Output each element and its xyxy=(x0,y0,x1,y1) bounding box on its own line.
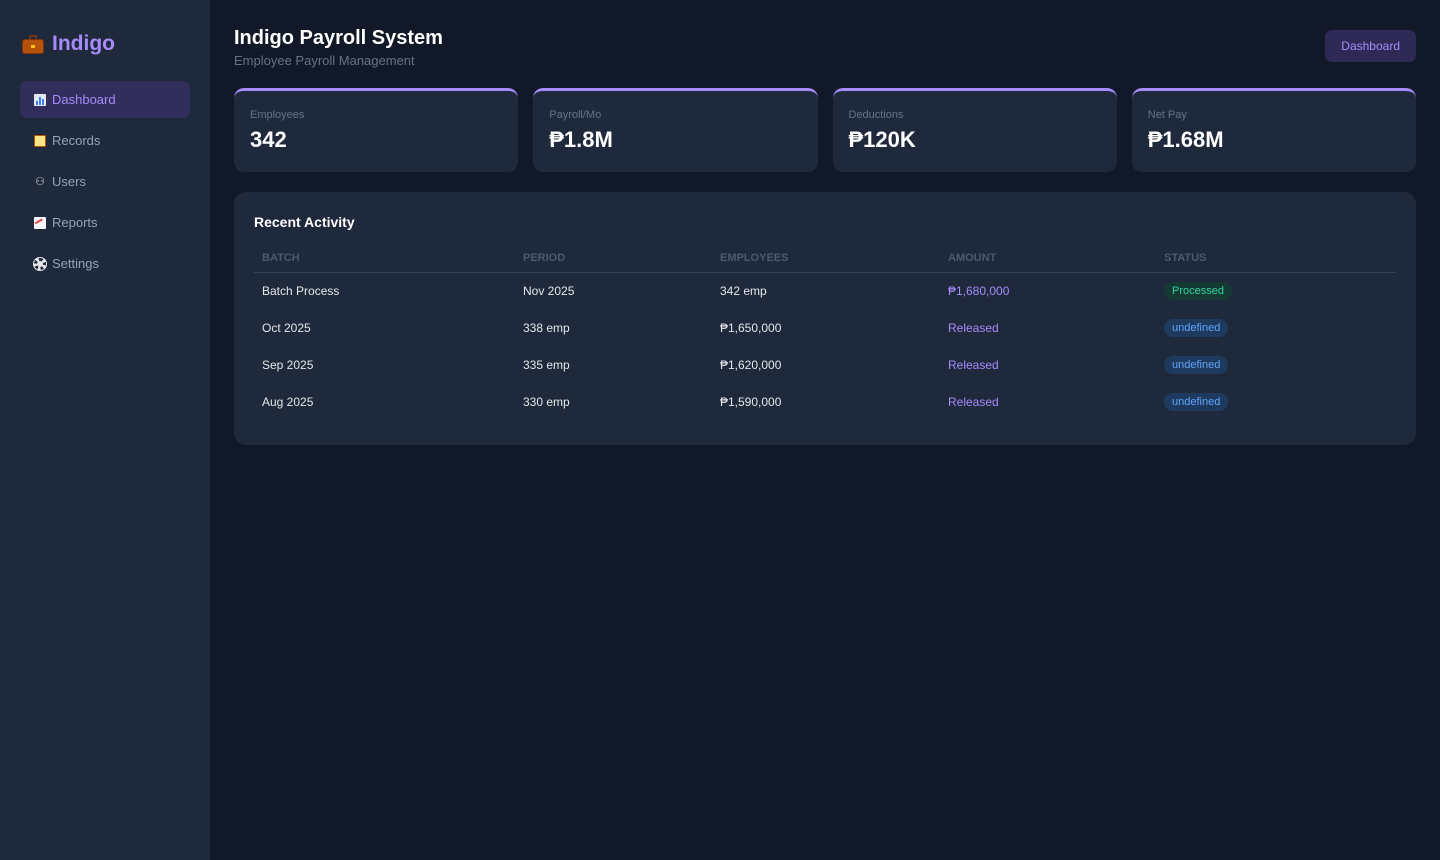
table-row[interactable]: Oct 2025 338 emp ₱1,650,000 Released und… xyxy=(254,310,1396,347)
status-badge: undefined xyxy=(1164,319,1229,337)
stat-value: 342 xyxy=(250,127,287,152)
table-cell: undefined xyxy=(1156,310,1396,347)
table-row[interactable]: Aug 2025 330 emp ₱1,590,000 Released und… xyxy=(254,384,1396,421)
sidebar-nav: Dashboard Records ⚇ Users Reports Settin… xyxy=(20,81,190,286)
table-cell: undefined xyxy=(1156,347,1396,384)
status-badge: Processed xyxy=(1164,282,1232,301)
brand[interactable]: Indigo xyxy=(22,32,115,56)
table-cell: ₱1,680,000 xyxy=(948,284,1010,299)
stat-label: Employees xyxy=(250,109,305,121)
stat-label: Net Pay xyxy=(1147,109,1187,121)
table-cell: Aug 2025 xyxy=(262,395,314,409)
table-cell: ₱1,620,000 xyxy=(720,358,782,372)
sidebar-item-reports[interactable]: Reports xyxy=(20,204,190,241)
stat-card-employees: Employees 342 xyxy=(234,88,519,172)
table-cell: Batch Process xyxy=(262,284,340,299)
table-cell: Oct 2025 xyxy=(262,321,311,335)
table-row[interactable]: Sep 2025 335 emp ₱1,620,000 Released und… xyxy=(254,347,1396,384)
table-cell: Nov 2025 xyxy=(523,284,575,299)
column-header-batch[interactable]: BATCH xyxy=(254,252,515,273)
stat-card-deductions: Deductions ₱120K xyxy=(832,88,1117,172)
column-header-employees[interactable]: EMPLOYEES xyxy=(712,252,940,273)
stat-card-payroll: Payroll/Mo ₱1.8M xyxy=(533,88,818,172)
table-cell: ₱1,590,000 xyxy=(720,395,782,409)
table-cell: Released xyxy=(948,395,999,409)
sidebar-item-users[interactable]: ⚇ Users xyxy=(20,163,190,200)
briefcase-icon xyxy=(22,34,44,54)
stat-value: ₱1.68M xyxy=(1147,127,1224,152)
table-cell: 335 emp xyxy=(523,358,570,372)
status-badge: undefined xyxy=(1164,393,1229,411)
sidebar-item-label: Settings xyxy=(52,256,99,271)
table-cell: Sep 2025 xyxy=(262,358,314,372)
table-cell: undefined xyxy=(1156,384,1396,421)
stat-label: Deductions xyxy=(848,109,904,121)
table-cell: Processed xyxy=(1156,273,1396,310)
trend-chart-icon xyxy=(34,216,46,229)
sidebar-item-records[interactable]: Records xyxy=(20,122,190,159)
table-cell: Released xyxy=(948,358,999,372)
column-header-amount[interactable]: AMOUNT xyxy=(940,252,1156,273)
table-row[interactable]: Batch Process Nov 2025 342 emp ₱1,680,00… xyxy=(254,273,1396,310)
sidebar-item-label: Users xyxy=(52,174,86,189)
dashboard-button[interactable]: Dashboard xyxy=(1325,30,1416,62)
sidebar-item-label: Reports xyxy=(52,215,98,230)
stat-value: ₱120K xyxy=(848,127,916,152)
table-cell: ₱1,650,000 xyxy=(720,321,782,335)
sidebar-item-dashboard[interactable]: Dashboard xyxy=(20,81,190,118)
stats-row: Employees 342 Payroll/Mo ₱1.8M Deduction… xyxy=(234,88,1416,172)
clipboard-icon xyxy=(34,134,46,147)
gear-icon xyxy=(34,257,46,270)
panel-title: Recent Activity xyxy=(254,214,355,230)
table-cell: 342 emp xyxy=(720,284,767,299)
activity-table: BATCH PERIOD EMPLOYEES AMOUNT STATUS Bat… xyxy=(254,252,1396,421)
sidebar-item-settings[interactable]: Settings xyxy=(20,245,190,282)
column-header-status[interactable]: STATUS xyxy=(1156,252,1396,273)
stat-value: ₱1.8M xyxy=(549,127,613,152)
bar-chart-icon xyxy=(34,93,46,106)
sidebar-item-label: Dashboard xyxy=(52,92,116,107)
users-icon: ⚇ xyxy=(35,175,45,188)
table-cell: Released xyxy=(948,321,999,335)
stat-card-net-pay: Net Pay ₱1.68M xyxy=(1131,88,1416,172)
page-title: Indigo Payroll System xyxy=(234,27,443,49)
stat-label: Payroll/Mo xyxy=(549,109,602,121)
brand-name: Indigo xyxy=(52,32,115,55)
status-badge: undefined xyxy=(1164,356,1229,374)
table-cell: 338 emp xyxy=(523,321,570,335)
sidebar-item-label: Records xyxy=(52,133,101,148)
page-subtitle: Employee Payroll Management xyxy=(234,53,415,68)
recent-activity-panel: Recent Activity BATCH PERIOD EMPLOYEES A… xyxy=(234,192,1416,445)
sidebar: Indigo Dashboard Records ⚇ Users Reports… xyxy=(0,0,210,860)
table-header-row: BATCH PERIOD EMPLOYEES AMOUNT STATUS xyxy=(254,252,1396,273)
column-header-period[interactable]: PERIOD xyxy=(515,252,712,273)
table-cell: 330 emp xyxy=(523,395,570,409)
